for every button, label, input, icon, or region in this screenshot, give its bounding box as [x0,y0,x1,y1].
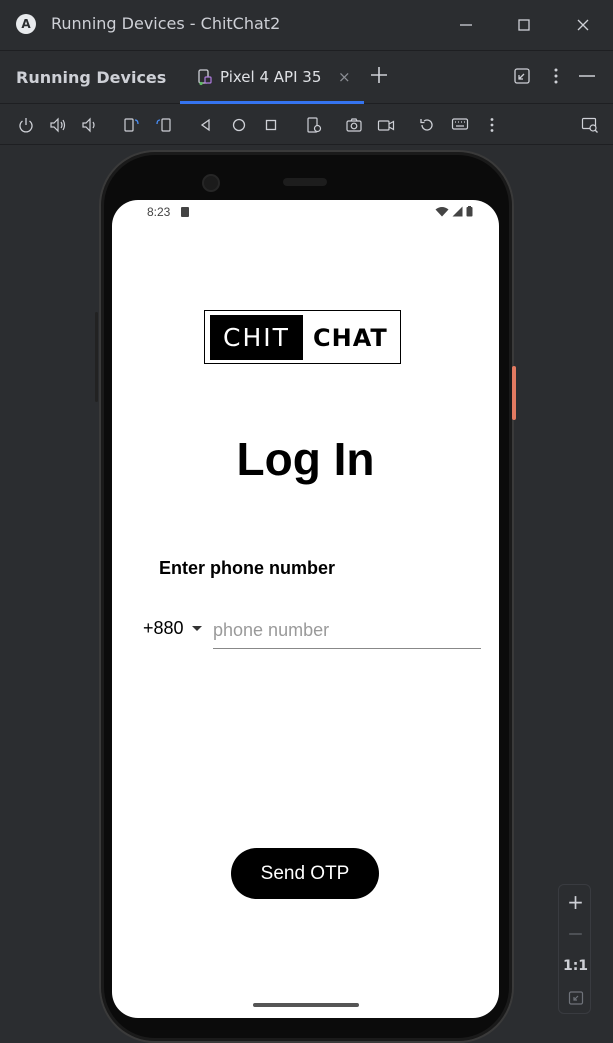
chitchat-logo: CHIT CHAT [204,310,401,364]
status-icons [435,206,473,217]
send-otp-button[interactable]: Send OTP [231,848,379,899]
restore-layout-button[interactable] [512,66,532,86]
actual-size-button[interactable]: 1:1 [559,951,592,981]
back-button[interactable] [196,115,216,135]
minimize-window-button[interactable] [451,10,481,40]
device-explorer-button[interactable] [580,115,600,135]
screenshot-button[interactable] [344,115,364,135]
volume-down-button[interactable] [79,115,99,135]
country-code-picker[interactable]: +880 [143,618,202,639]
running-devices-tab-row: Running Devices Pixel 4 API 35 × [0,50,613,104]
tab-close-button[interactable]: × [338,68,351,86]
zoom-in-button[interactable]: + [559,887,592,917]
logo-chit-text: CHIT [210,315,303,360]
keyboard-icon [451,118,469,130]
volume-up-button[interactable] [48,115,68,135]
phone-power-key[interactable] [512,366,516,420]
hide-panel-button[interactable] [577,66,597,86]
screen-record-button[interactable] [376,115,396,135]
device-settings-button[interactable] [304,115,324,135]
cell-signal-icon [452,206,463,217]
close-window-button[interactable] [568,10,598,40]
device-settings-icon [307,117,322,133]
sd-card-icon [181,207,189,217]
rotate-left-icon [124,118,139,132]
home-circle-icon [232,118,246,132]
zoom-out-button[interactable]: — [559,919,592,949]
video-camera-icon [377,120,395,131]
close-icon [577,19,589,31]
tab-pixel-4-api-35[interactable]: Pixel 4 API 35 × [180,51,364,104]
wifi-icon [435,207,449,217]
logo-chat-text: CHAT [313,323,388,352]
minimize-icon [460,24,472,26]
country-code-value: +880 [143,618,184,638]
dropdown-caret-icon [191,626,202,631]
reset-icon [420,119,433,131]
gesture-home-bar[interactable] [253,1003,359,1007]
android-studio-logo-icon: A [16,14,36,34]
device-toolbar [0,105,613,145]
window-title-bar: A Running Devices - ChitChat2 [0,0,613,50]
front-camera-icon [202,174,220,192]
device-screen[interactable]: 8:23 CHIT CHAT Log In Enter phone number… [112,200,499,1018]
maximize-icon [518,19,530,31]
power-button[interactable] [16,115,36,135]
rotate-right-button[interactable] [154,115,174,135]
window-title: Running Devices - ChitChat2 [51,14,281,33]
home-button[interactable] [229,115,249,135]
page-title: Log In [236,433,375,485]
back-triangle-icon [200,118,210,132]
device-tab-icon [198,69,212,86]
keyboard-input-button[interactable] [450,115,470,135]
overview-square-icon [265,119,277,131]
rotate-left-button[interactable] [121,115,141,135]
vertical-dots-icon [490,118,494,132]
add-tab-button[interactable] [367,63,391,87]
camera-icon [346,118,362,132]
overview-button[interactable] [261,115,281,135]
volume-up-icon [50,117,66,133]
fit-screen-icon [568,991,583,1005]
phone-side-button [95,312,98,402]
maximize-window-button[interactable] [509,10,539,40]
rotate-right-icon [156,118,171,132]
panel-title: Running Devices [16,68,167,87]
power-icon [19,118,33,133]
snapshot-reset-button[interactable] [417,115,437,135]
window-search-icon [581,117,598,133]
zoom-controls: + — 1:1 [558,884,591,1014]
phone-number-label: Enter phone number [159,558,336,578]
tab-label: Pixel 4 API 35 [220,68,322,86]
status-time: 8:23 [147,205,171,219]
toolbar-more-button[interactable] [482,115,502,135]
fit-screen-button[interactable] [559,983,592,1013]
earpiece-speaker [283,178,327,186]
more-options-button[interactable] [546,66,566,86]
volume-down-icon [82,117,95,133]
battery-icon [466,206,473,217]
phone-number-input[interactable] [213,612,481,649]
